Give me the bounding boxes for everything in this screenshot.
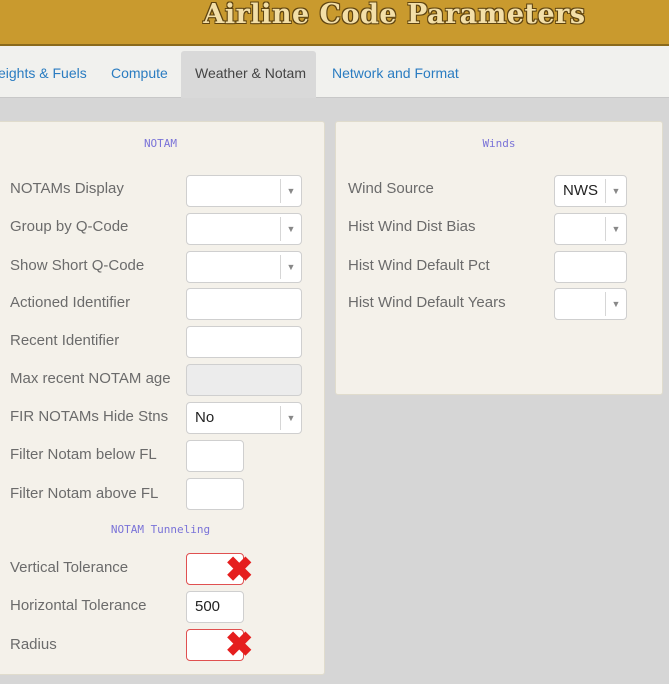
error-x-icon: ✖ (225, 551, 254, 589)
show-short-qcode-label: Show Short Q-Code (10, 257, 145, 274)
filter-notam-below-fl-input[interactable] (186, 440, 244, 472)
notams-display-label: NOTAMs Display (10, 180, 124, 197)
notam-panel: NOTAM NOTAMs Display ▼ Group by Q-Code ▼… (0, 121, 325, 675)
hist-wind-dist-bias-select[interactable]: ▼ (554, 213, 627, 245)
winds-panel: Winds Wind Source NWS ▼ Hist Wind Dist B… (335, 121, 663, 395)
chevron-down-icon: ▼ (605, 217, 626, 241)
filter-notam-above-fl-label: Filter Notam above FL (10, 485, 159, 502)
chevron-down-icon: ▼ (280, 406, 301, 430)
tab-compute[interactable]: Compute (111, 46, 168, 98)
hist-wind-default-pct-input[interactable] (554, 251, 627, 283)
actioned-identifier-label: Actioned Identifier (10, 294, 131, 311)
filter-notam-below-fl-label: Filter Notam below FL (10, 446, 157, 463)
max-recent-notam-age-label: Max recent NOTAM age (10, 370, 171, 387)
hist-wind-default-pct-label: Hist Wind Default Pct (348, 257, 490, 274)
chevron-down-icon: ▼ (605, 292, 626, 316)
tab-weather-notam[interactable]: Weather & Notam (181, 51, 316, 98)
horizontal-tolerance-input[interactable]: 500 (186, 591, 244, 623)
app-header: Airline Code Parameters (0, 0, 669, 46)
group-by-qcode-label: Group by Q-Code (10, 218, 129, 235)
wind-source-select[interactable]: NWS ▼ (554, 175, 627, 207)
hist-wind-default-years-label: Hist Wind Default Years (348, 294, 506, 311)
hist-wind-default-years-select[interactable]: ▼ (554, 288, 627, 320)
recent-identifier-input[interactable] (186, 326, 302, 358)
notams-display-select[interactable]: ▼ (186, 175, 302, 207)
tab-bar: eights & Fuels Compute Weather & Notam N… (0, 46, 669, 98)
hist-wind-dist-bias-label: Hist Wind Dist Bias (348, 218, 476, 235)
recent-identifier-label: Recent Identifier (10, 332, 120, 349)
tab-network-format[interactable]: Network and Format (332, 46, 459, 98)
radius-label: Radius (10, 636, 57, 653)
max-recent-notam-age-input[interactable] (186, 364, 302, 396)
group-by-qcode-select[interactable]: ▼ (186, 213, 302, 245)
page-title: Airline Code Parameters (203, 0, 586, 30)
chevron-down-icon: ▼ (280, 255, 301, 279)
fir-notams-hide-stns-label: FIR NOTAMs Hide Stns (10, 408, 169, 425)
notam-section-title: NOTAM (143, 137, 178, 150)
filter-notam-above-fl-input[interactable] (186, 478, 244, 510)
tab-weights-fuels[interactable]: eights & Fuels (0, 46, 87, 98)
notam-tunneling-title: NOTAM Tunneling (110, 523, 211, 536)
chevron-down-icon: ▼ (605, 179, 626, 203)
chevron-down-icon: ▼ (280, 217, 301, 241)
fir-notams-hide-stns-select[interactable]: No ▼ (186, 402, 302, 434)
actioned-identifier-input[interactable] (186, 288, 302, 320)
vertical-tolerance-label: Vertical Tolerance (10, 559, 129, 576)
chevron-down-icon: ▼ (280, 179, 301, 203)
wind-source-label: Wind Source (348, 180, 434, 197)
horizontal-tolerance-label: Horizontal Tolerance (10, 597, 147, 614)
winds-section-title: Winds (482, 137, 516, 150)
show-short-qcode-select[interactable]: ▼ (186, 251, 302, 283)
error-x-icon: ✖ (225, 626, 254, 664)
